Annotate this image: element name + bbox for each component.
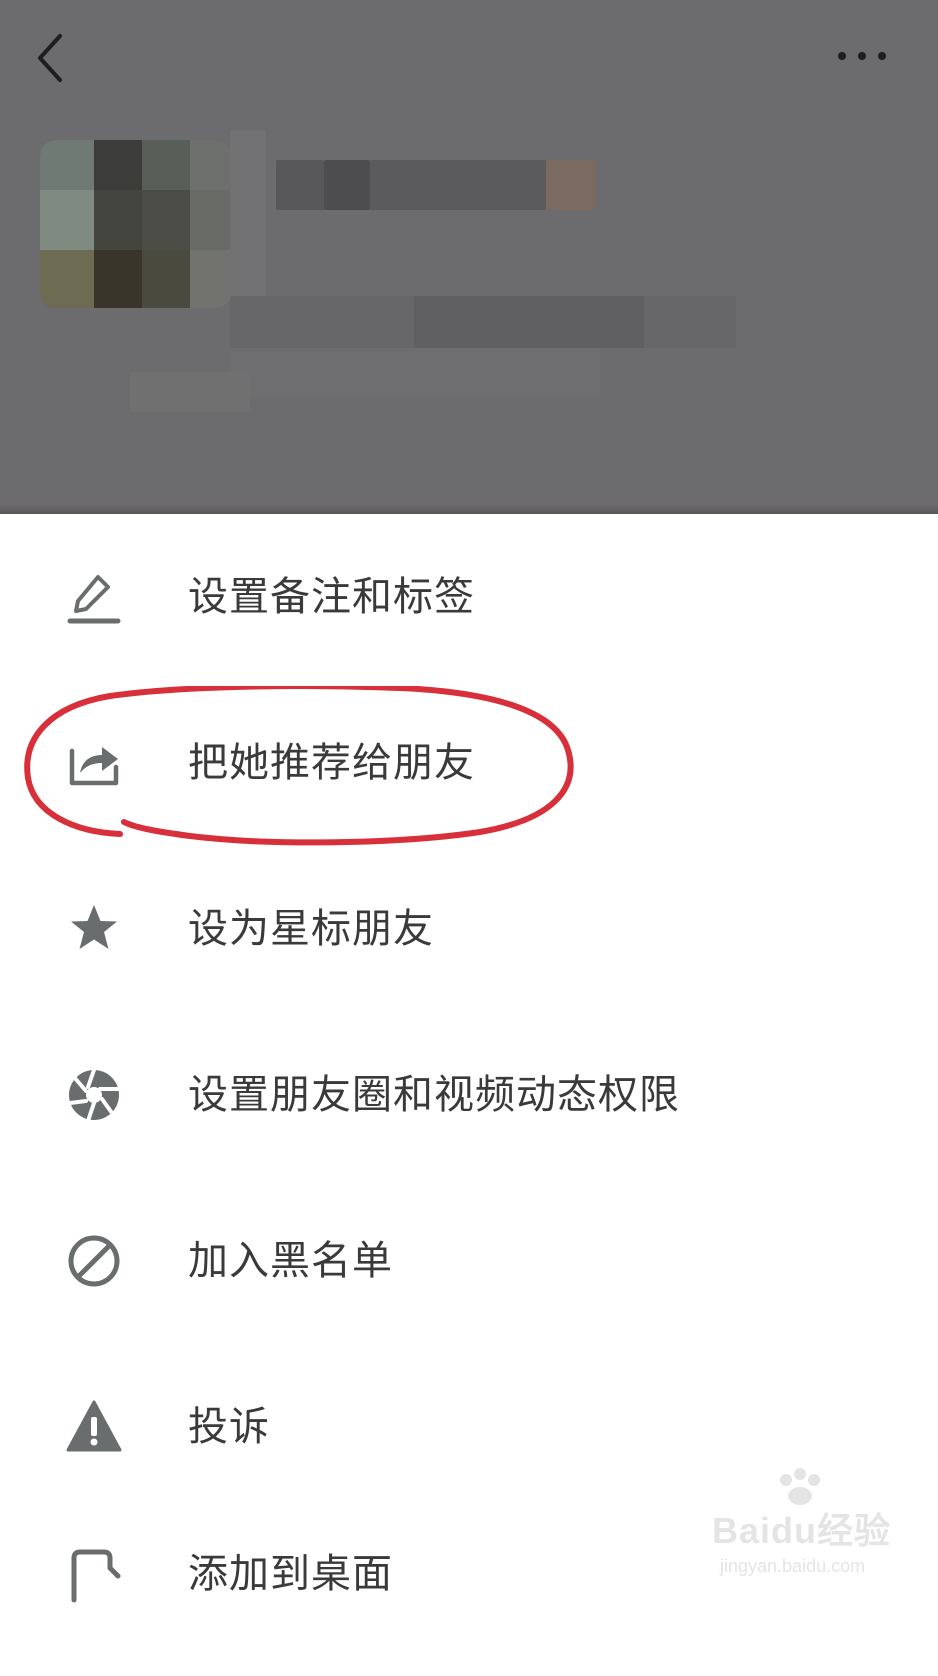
warning-icon bbox=[66, 1400, 122, 1452]
avatar bbox=[40, 140, 232, 308]
blurred-name bbox=[324, 160, 370, 210]
menu-item-add-to-blacklist[interactable]: 加入黑名单 bbox=[0, 1178, 938, 1344]
blurred-name bbox=[370, 160, 546, 210]
blurred-name bbox=[546, 160, 596, 210]
share-forward-icon bbox=[69, 747, 119, 786]
blurred-info bbox=[230, 348, 600, 398]
back-button[interactable] bbox=[28, 28, 76, 88]
menu-item-label: 添加到桌面 bbox=[188, 1551, 393, 1597]
blurred-info bbox=[414, 296, 644, 348]
add-to-desktop-icon bbox=[71, 1549, 121, 1603]
baidu-watermark: Baidu经验 jingyan.baidu.com bbox=[712, 1466, 902, 1586]
menu-item-label: 加入黑名单 bbox=[188, 1238, 393, 1284]
menu-item-star-friend[interactable]: 设为星标朋友 bbox=[0, 846, 938, 1012]
aperture-icon bbox=[68, 1068, 120, 1123]
menu-item-label: 投诉 bbox=[188, 1404, 270, 1450]
edit-pencil-icon bbox=[67, 575, 121, 624]
watermark-url: jingyan.baidu.com bbox=[720, 1556, 866, 1576]
block-icon bbox=[68, 1235, 120, 1287]
more-horizontal-icon bbox=[838, 52, 886, 60]
blurred-info bbox=[230, 130, 266, 310]
more-options-button[interactable] bbox=[830, 36, 894, 76]
menu-item-set-remark-and-tags[interactable]: 设置备注和标签 bbox=[0, 514, 938, 680]
menu-item-label: 把她推荐给朋友 bbox=[188, 740, 475, 786]
paw-logo-icon bbox=[780, 1468, 820, 1505]
chevron-left-icon bbox=[38, 34, 62, 82]
dimmed-profile-area bbox=[0, 0, 938, 514]
menu-item-label: 设为星标朋友 bbox=[188, 906, 434, 952]
blurred-name bbox=[276, 160, 324, 210]
blurred-info bbox=[130, 372, 250, 412]
menu-item-recommend-to-friend[interactable]: 把她推荐给朋友 bbox=[0, 680, 938, 846]
menu-item-label: 设置朋友圈和视频动态权限 bbox=[188, 1072, 680, 1118]
star-icon bbox=[71, 905, 117, 949]
menu-item-moments-permissions[interactable]: 设置朋友圈和视频动态权限 bbox=[0, 1012, 938, 1178]
action-sheet: 设置备注和标签 把她推荐给朋友 设为星标朋友 设置朋友圈和视频动态权限 加入黑名… bbox=[0, 514, 938, 1603]
menu-item-label: 设置备注和标签 bbox=[188, 574, 475, 620]
sheet-divider-shadow bbox=[0, 504, 938, 514]
watermark-text: Baidu经验 bbox=[712, 1510, 892, 1551]
